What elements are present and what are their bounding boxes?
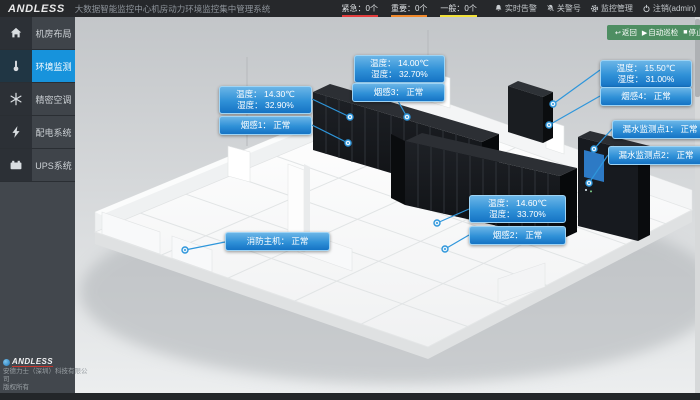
footer-company: 安德力士（深圳）科技有限公司 <box>3 368 89 384</box>
status-led <box>585 189 587 191</box>
alarm-label: 重要： <box>391 4 415 13</box>
scrollbar[interactable] <box>695 17 700 393</box>
stop-patrol-button[interactable]: ■停止巡检 <box>683 27 700 38</box>
auto-patrol-label: 自动巡检 <box>648 27 678 38</box>
sensor-label-smoke-2[interactable]: 烟感2： 正常 <box>469 226 566 245</box>
sidebar-item-label: 机房布局 <box>32 17 75 49</box>
sidebar: 机房布局 环境监测 精密空调 配电系统 UPS系统 <box>0 17 75 393</box>
sidebar-item-label: 配电系统 <box>32 116 75 148</box>
menu-item-label: 关警号 <box>557 3 581 14</box>
sensor-label-leak-1[interactable]: 漏水监测点1： 正常 <box>612 120 700 139</box>
status-led <box>590 190 592 192</box>
back-button[interactable]: ↩返回 <box>615 27 637 38</box>
sidebar-item-environment-monitor[interactable]: 环境监测 <box>0 50 75 83</box>
home-icon <box>0 17 32 49</box>
menu-item-label: 监控管理 <box>601 3 633 14</box>
header: ANDLESS 大数据智能监控中心机房动力环境监控集中管理系统 紧急：0个 重要… <box>0 0 700 17</box>
humidity-value: 湿度： 32.90% <box>222 100 309 111</box>
alarm-underline-urgent <box>342 15 378 17</box>
smoke-status: 烟感4： 正常 <box>603 91 689 102</box>
menu-item-logout[interactable]: 注销(admin) <box>642 3 696 14</box>
menu-item-monitor-admin[interactable]: 监控管理 <box>590 3 633 14</box>
scene-toolbar: ↩返回 ▶自动巡检 ■停止巡检 <box>607 25 700 40</box>
fire-host-status: 消防主机： 正常 <box>228 236 327 247</box>
sensor-label-smoke-3[interactable]: 烟感3： 正常 <box>352 83 445 102</box>
gear-icon <box>590 4 599 13</box>
sensor-label-temp-right[interactable]: 温度： 15.50℃ 湿度： 31.00% <box>600 60 692 88</box>
sensor-label-fire-host[interactable]: 消防主机： 正常 <box>225 232 330 251</box>
power-icon <box>642 4 651 13</box>
sidebar-item-label: 环境监测 <box>32 50 75 82</box>
app-window: ANDLESS 大数据智能监控中心机房动力环境监控集中管理系统 紧急：0个 重要… <box>0 0 700 400</box>
temperature-value: 温度： 14.00℃ <box>357 58 442 69</box>
smoke-status: 烟感2： 正常 <box>472 230 563 241</box>
leak-status: 漏水监测点1： 正常 <box>615 124 700 135</box>
menu-item-label: 注销(admin) <box>653 3 696 14</box>
sidebar-item-ups-system[interactable]: UPS系统 <box>0 149 75 182</box>
bell-icon <box>494 4 503 13</box>
footer-logo-badge-icon <box>3 359 10 366</box>
page-title: 大数据智能监控中心机房动力环境监控集中管理系统 <box>75 3 271 15</box>
sidebar-item-label: 精密空调 <box>32 83 75 115</box>
sensor-label-temp-left[interactable]: 温度： 14.30℃ 湿度： 32.90% <box>219 86 312 114</box>
smoke-status: 烟感1： 正常 <box>222 120 309 131</box>
cabinet-small[interactable] <box>508 81 553 143</box>
humidity-value: 湿度： 33.70% <box>472 209 563 220</box>
alarm-underline-important <box>391 15 427 17</box>
alarm-count: 0个 <box>415 4 427 13</box>
sidebar-item-precision-ac[interactable]: 精密空调 <box>0 83 75 116</box>
alarm-counter-general[interactable]: 一般：0个 <box>440 3 476 14</box>
header-menu: 实时告警 关警号 监控管理 注销(admin) <box>494 3 696 14</box>
bell-mute-icon <box>546 4 555 13</box>
sidebar-item-room-layout[interactable]: 机房布局 <box>0 17 75 50</box>
alarm-underline-general <box>440 15 476 17</box>
temperature-value: 温度： 14.60℃ <box>472 198 563 209</box>
temperature-value: 温度： 14.30℃ <box>222 89 309 100</box>
footer-bar <box>0 393 700 400</box>
stop-icon: ■ <box>683 29 687 36</box>
battery-icon <box>0 149 32 181</box>
thermometer-icon <box>0 50 32 82</box>
alarm-counter-important[interactable]: 重要：0个 <box>391 3 427 14</box>
humidity-value: 湿度： 32.70% <box>357 69 442 80</box>
brand-logo: ANDLESS <box>4 3 69 15</box>
sensor-label-temp-bottom[interactable]: 温度： 14.60℃ 湿度： 33.70% <box>469 195 566 223</box>
sensor-label-leak-2[interactable]: 漏水监测点2： 正常 <box>608 146 700 165</box>
undo-icon: ↩ <box>615 29 621 37</box>
stop-patrol-label: 停止巡检 <box>689 27 700 38</box>
alarm-count: 0个 <box>464 4 476 13</box>
humidity-value: 湿度： 31.00% <box>603 74 689 85</box>
sidebar-item-power-distribution[interactable]: 配电系统 <box>0 116 75 149</box>
alarm-label: 紧急： <box>342 4 366 13</box>
menu-item-mute-alarm[interactable]: 关警号 <box>546 3 581 14</box>
copyright-block: ANDLESS 安德力士（深圳）科技有限公司 版权所有 <box>3 358 89 392</box>
sensor-label-smoke-1[interactable]: 烟感1： 正常 <box>219 116 312 135</box>
footer-brand-text: ANDLESS <box>12 358 53 367</box>
alarm-count: 0个 <box>366 4 378 13</box>
auto-patrol-button[interactable]: ▶自动巡检 <box>642 27 678 38</box>
play-icon: ▶ <box>642 29 647 37</box>
alarm-counter-urgent[interactable]: 紧急：0个 <box>342 3 378 14</box>
back-button-label: 返回 <box>622 27 637 38</box>
snowflake-icon <box>0 83 32 115</box>
bolt-icon <box>0 116 32 148</box>
footer-logo: ANDLESS <box>3 358 89 367</box>
footer-rights: 版权所有 <box>3 384 89 392</box>
menu-item-label: 实时告警 <box>505 3 537 14</box>
alarm-label: 一般： <box>440 4 464 13</box>
leak-status: 漏水监测点2： 正常 <box>611 150 700 161</box>
temperature-value: 温度： 15.50℃ <box>603 63 689 74</box>
menu-item-realtime-alarm[interactable]: 实时告警 <box>494 3 537 14</box>
smoke-status: 烟感3： 正常 <box>355 87 442 98</box>
sensor-label-temp-mid[interactable]: 温度： 14.00℃ 湿度： 32.70% <box>354 55 445 83</box>
sensor-label-smoke-4[interactable]: 烟感4： 正常 <box>600 87 692 106</box>
sidebar-item-label: UPS系统 <box>32 149 75 181</box>
